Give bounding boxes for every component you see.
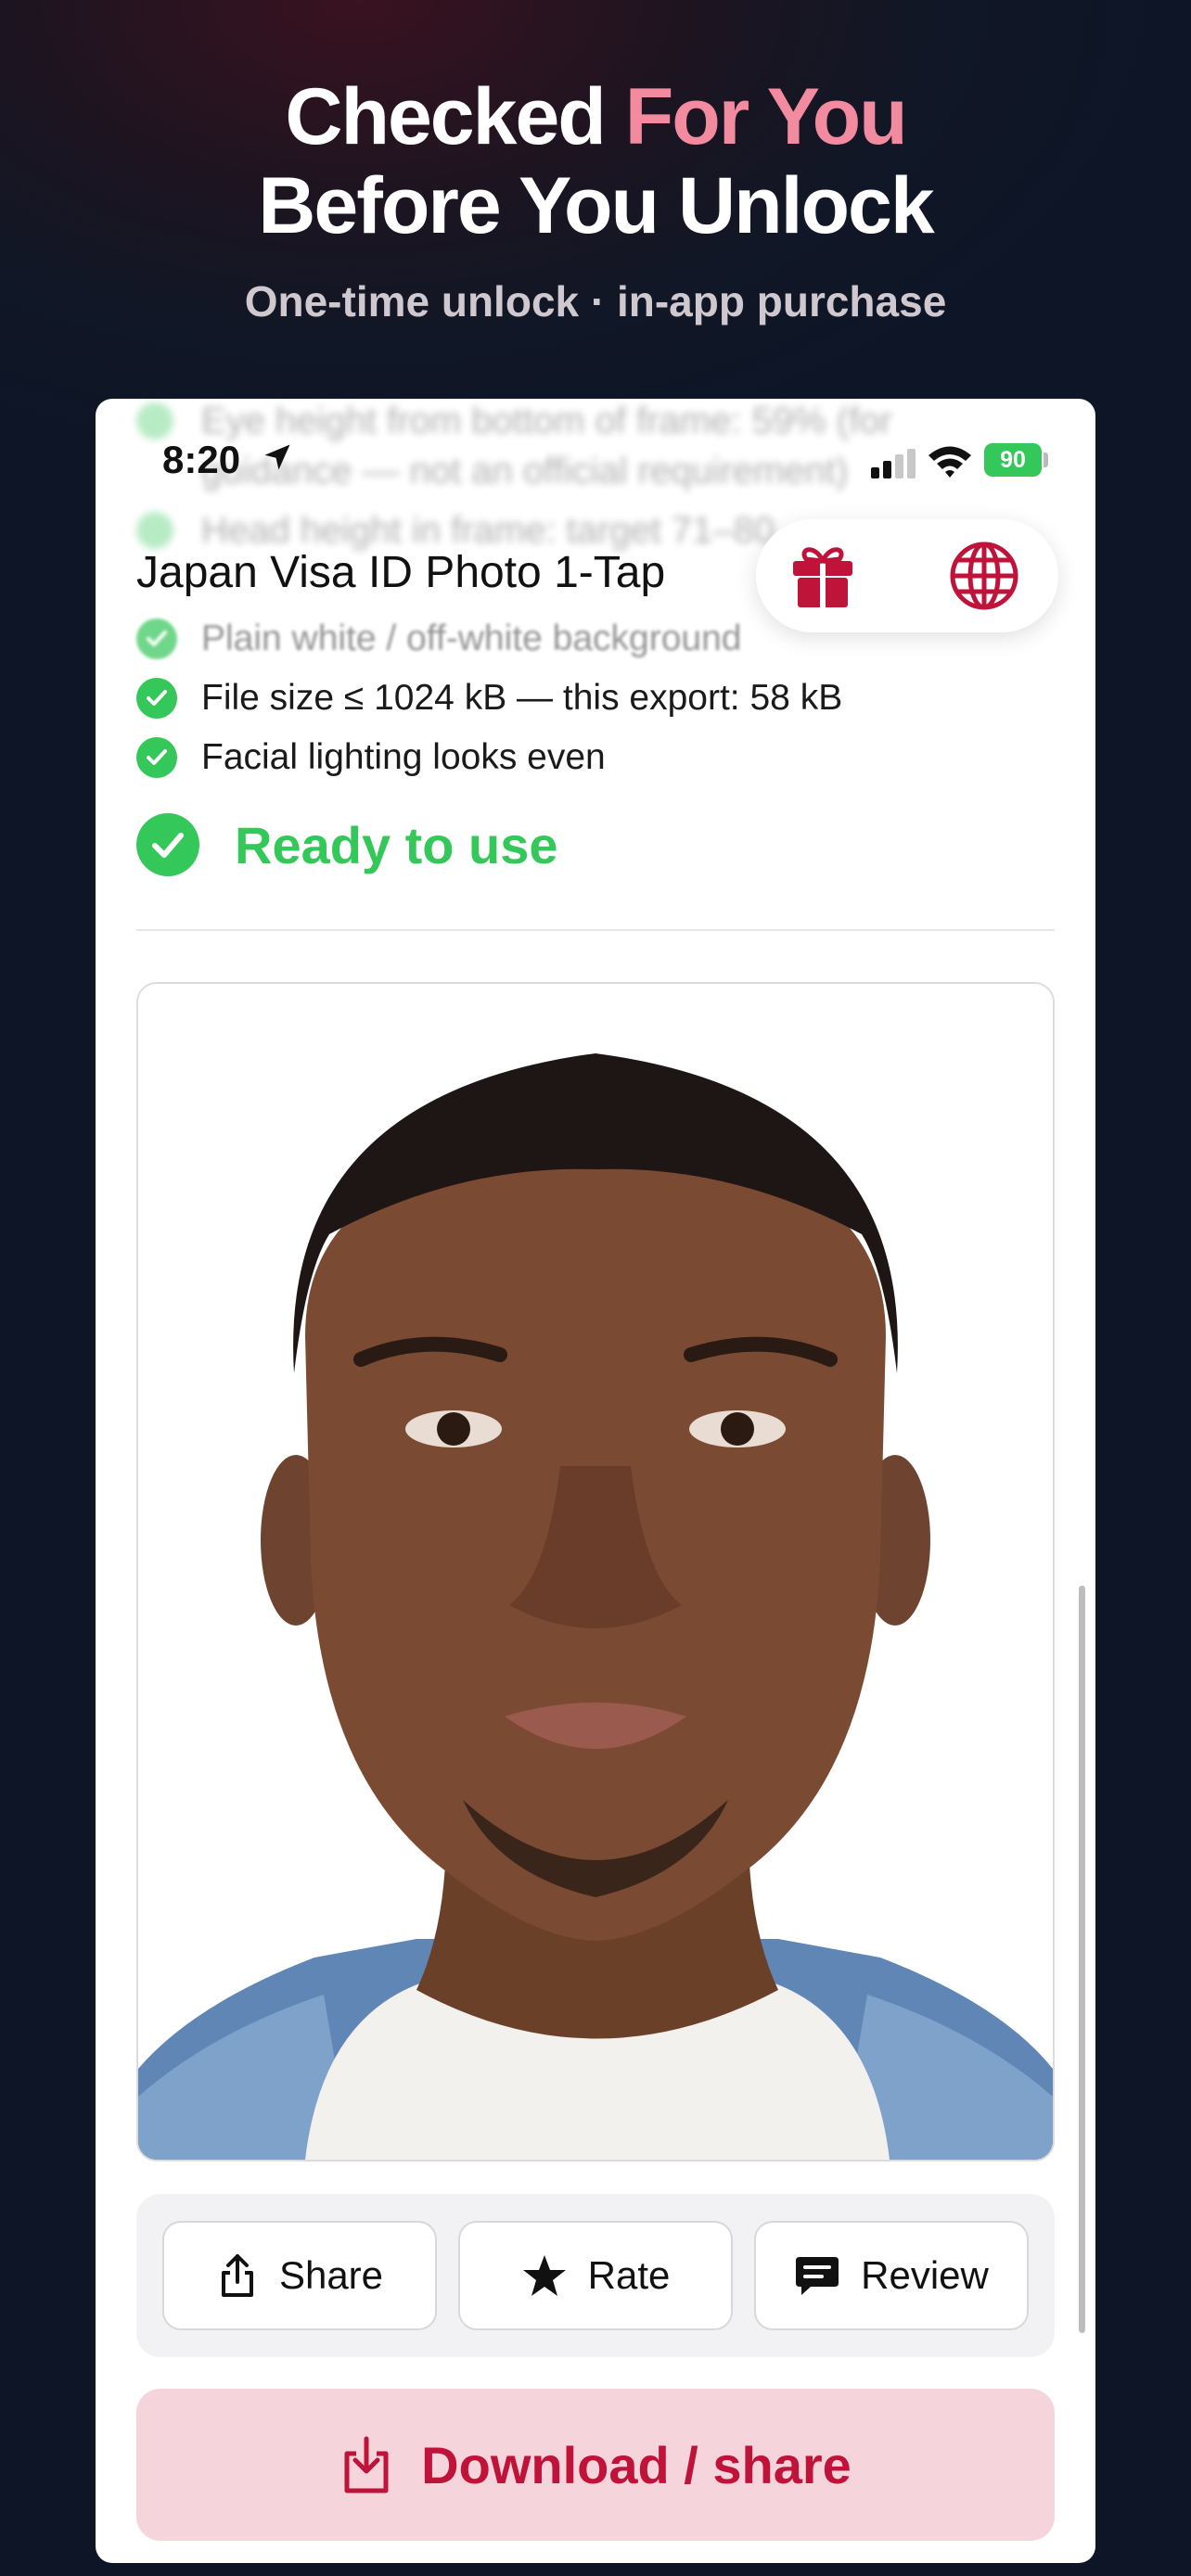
headline-line1-plain: Checked: [285, 72, 625, 161]
download-share-button[interactable]: Download / share: [136, 2389, 1055, 2541]
ready-status: Ready to use: [136, 812, 558, 877]
checkmark-icon: [136, 737, 177, 778]
check-label: File size ≤ 1024 kB — this export: 58 kB: [201, 678, 843, 718]
rate-label: Rate: [587, 2253, 671, 2297]
location-arrow-icon: [264, 444, 290, 470]
header-actions: [756, 519, 1058, 632]
rate-button[interactable]: Rate: [458, 2221, 733, 2330]
download-label: Download / share: [421, 2435, 852, 2494]
wifi-icon: [928, 446, 971, 478]
status-bar: 8:20 90: [96, 399, 1095, 519]
battery-indicator: 90: [984, 443, 1042, 477]
subheadline: One-time unlock · in-app purchase: [244, 277, 947, 325]
message-icon: [796, 2257, 839, 2295]
check-label: Facial lighting looks even: [201, 737, 606, 777]
gift-button[interactable]: [786, 539, 860, 613]
globe-icon: [950, 542, 1018, 610]
app-title: Japan Visa ID Photo 1-Tap: [136, 548, 666, 597]
checkmark-icon: [136, 678, 177, 719]
battery-cap: [1044, 453, 1048, 467]
phone-screen: Eye height from bottom of frame: 59% (fo…: [96, 399, 1095, 2563]
share-button[interactable]: Share: [162, 2221, 437, 2330]
checkmark-icon: [136, 618, 177, 659]
portrait-photo: [138, 984, 1053, 2160]
check-label: Plain white / off-white background: [201, 618, 742, 658]
check-item: Facial lighting looks even: [136, 734, 606, 781]
share-icon: [221, 2254, 253, 2297]
signal-icon: [871, 449, 916, 478]
action-tray: Share Rate Review: [136, 2194, 1055, 2357]
gift-icon: [793, 547, 852, 607]
status-time: 8:20: [162, 438, 241, 481]
star-icon: [522, 2255, 566, 2296]
headline: Checked For You Before You Unlock: [0, 72, 1191, 250]
ready-label: Ready to use: [235, 815, 558, 874]
headline-line1-accent: For You: [624, 72, 908, 161]
checkmark-icon: [136, 813, 199, 876]
download-icon: [344, 2436, 389, 2493]
review-button[interactable]: Review: [754, 2221, 1029, 2330]
share-label: Share: [278, 2253, 384, 2297]
id-photo-preview: [136, 982, 1055, 2162]
check-item: File size ≤ 1024 kB — this export: 58 kB: [136, 675, 842, 721]
divider: [136, 929, 1055, 931]
check-item: Plain white / off-white background: [136, 616, 741, 662]
language-button[interactable]: [947, 539, 1021, 613]
headline-line2: Before You Unlock: [258, 161, 934, 250]
review-label: Review: [861, 2253, 989, 2297]
scrollbar[interactable]: [1079, 1586, 1085, 2333]
